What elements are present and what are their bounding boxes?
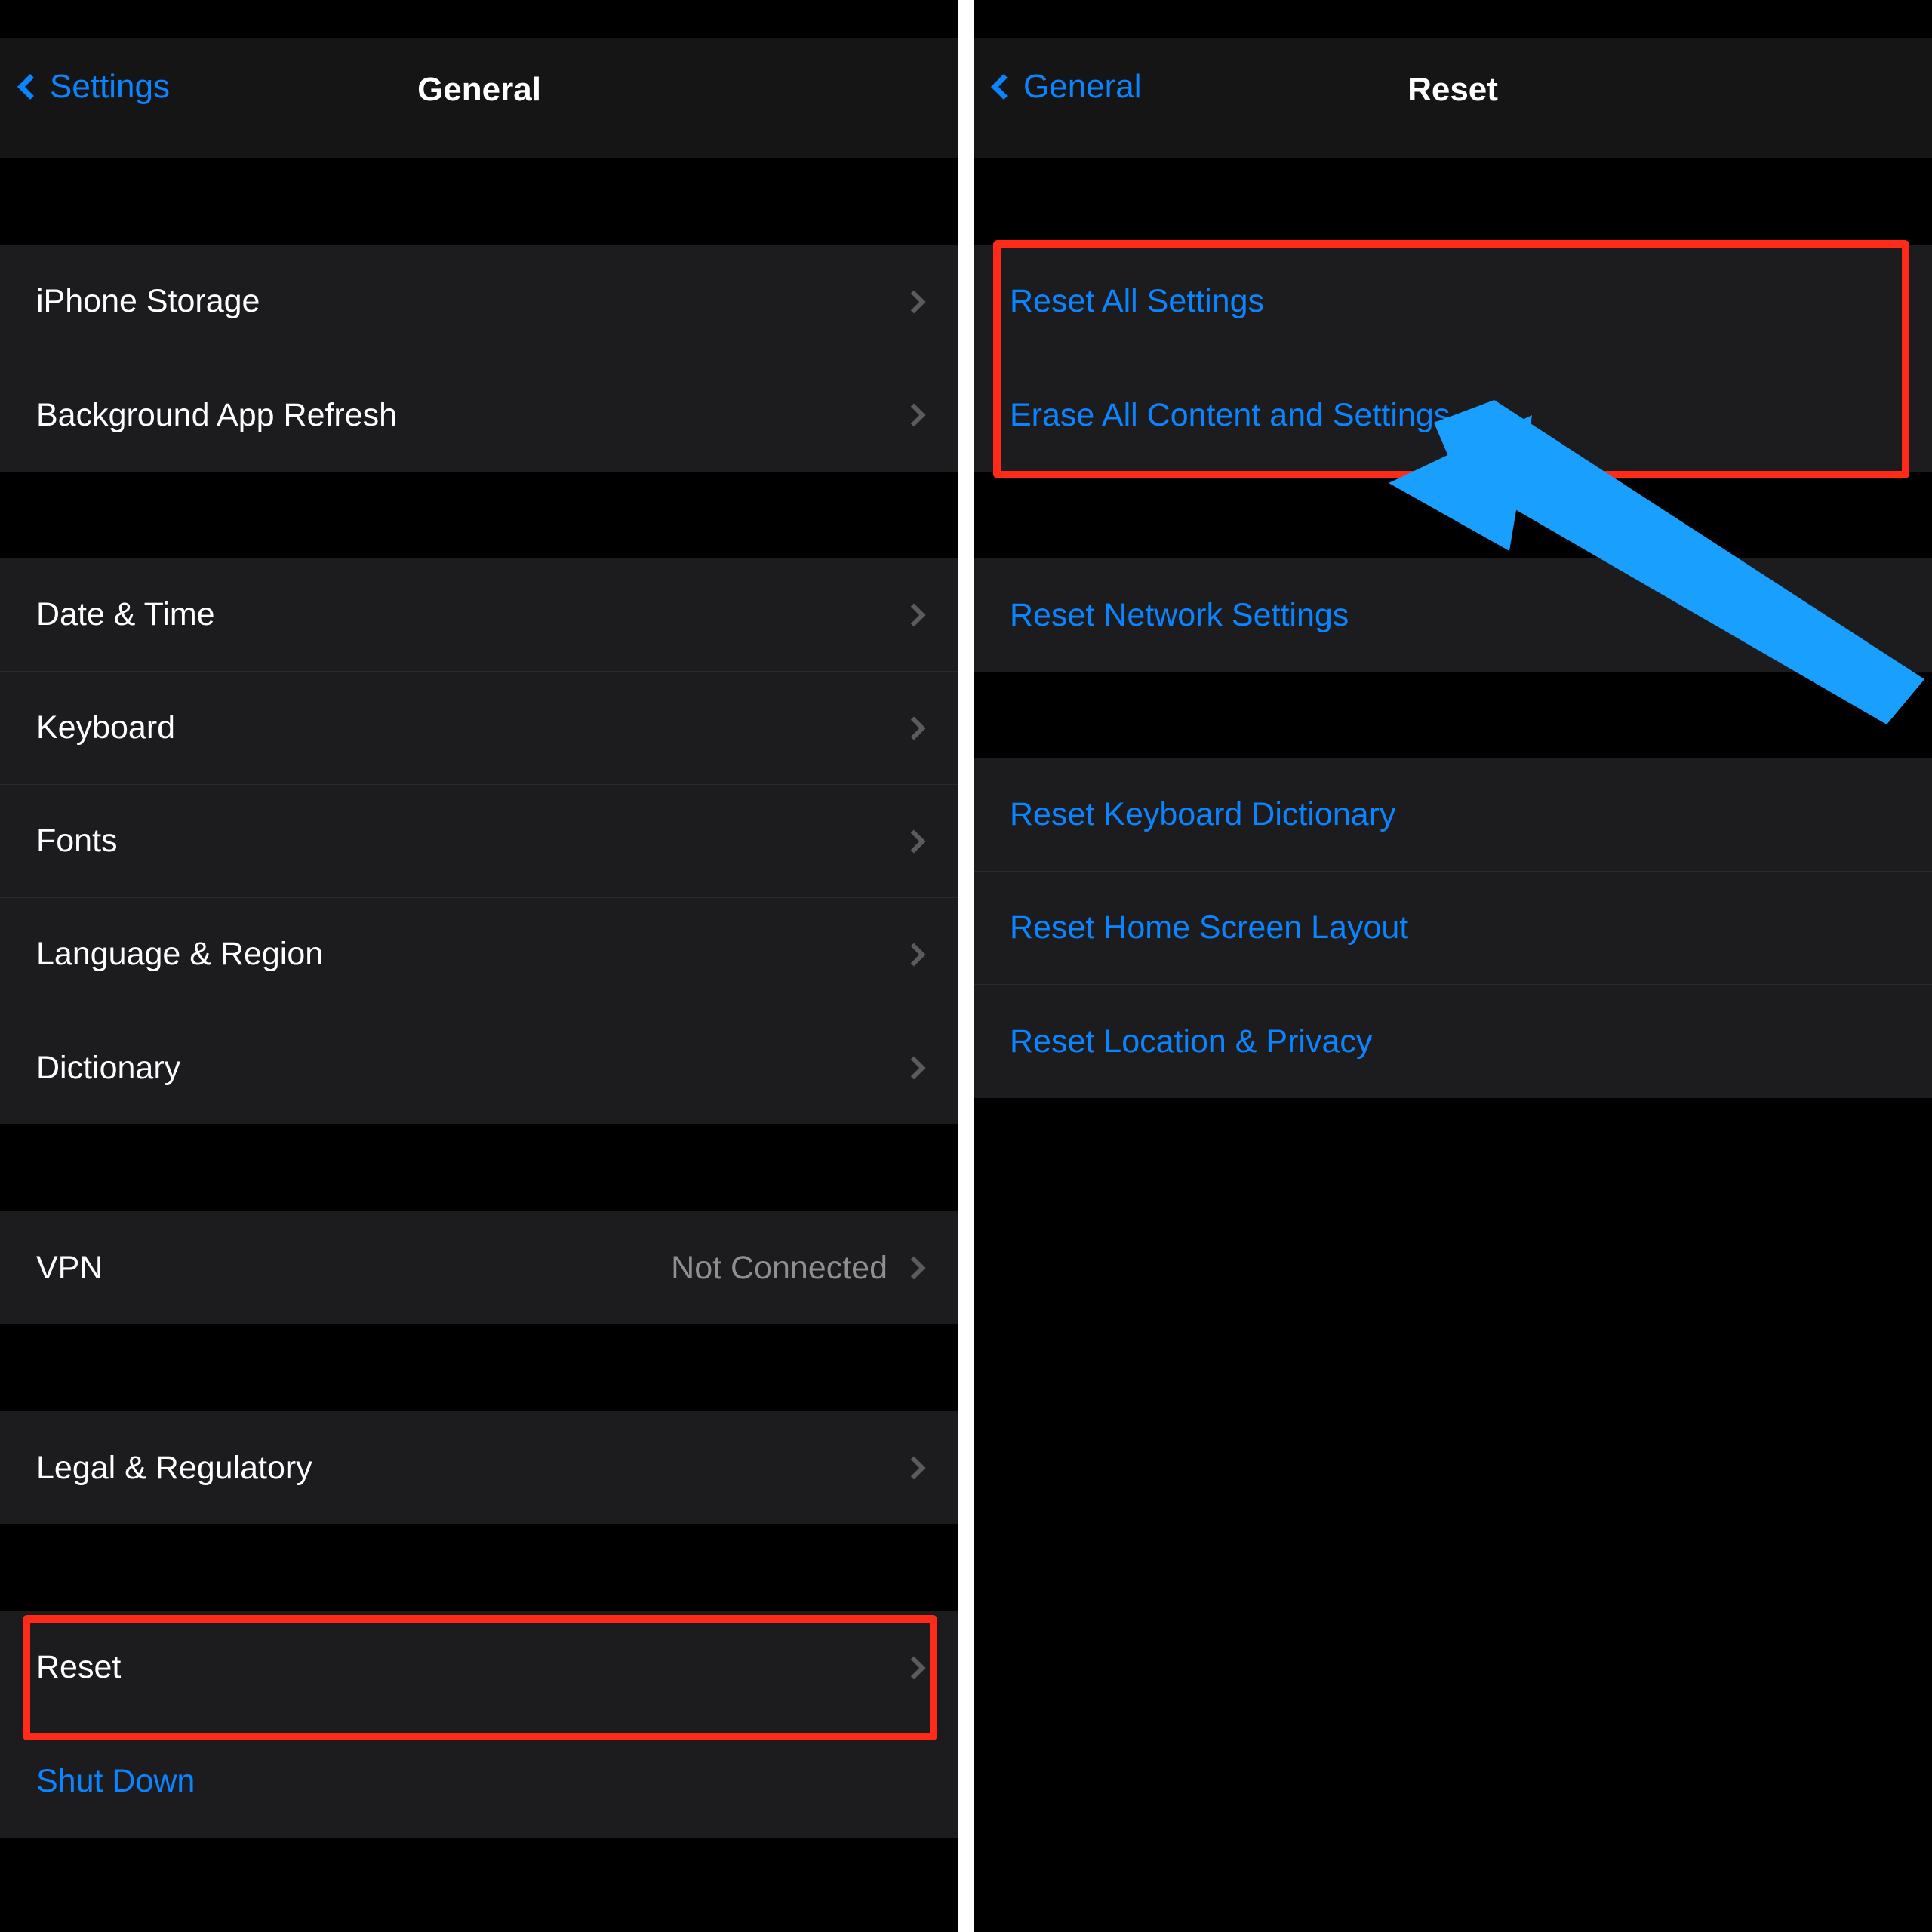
group-reset-others: Reset Keyboard Dictionary Reset Home Scr… [974,758,1932,1098]
panel-general: Settings General iPhone Storage Backgrou… [0,0,958,1932]
row-language-region[interactable]: Language & Region [0,898,958,1011]
chevron-right-icon [902,829,925,853]
row-label: Date & Time [36,596,906,633]
nav-title-general: General [0,71,958,109]
group-reset-erase: Reset All Settings Erase All Content and… [974,245,1932,472]
chevron-right-icon [902,603,925,626]
nav-bar-reset: General Reset [974,38,1932,158]
row-label: Background App Refresh [36,397,906,434]
row-label: Reset Keyboard Dictionary [1010,796,1896,833]
row-label: Reset Network Settings [1010,597,1896,634]
group-reset: Reset Shut Down [0,1611,958,1838]
group-legal: Legal & Regulatory [0,1411,958,1524]
group-storage: iPhone Storage Background App Refresh [0,245,958,472]
chevron-right-icon [902,716,925,740]
row-reset-location-privacy[interactable]: Reset Location & Privacy [974,985,1932,1098]
row-background-app-refresh[interactable]: Background App Refresh [0,358,958,472]
row-label: Legal & Regulatory [36,1450,906,1487]
row-dictionary[interactable]: Dictionary [0,1011,958,1124]
row-label: Reset [36,1649,906,1686]
status-bar [0,0,958,38]
row-fonts[interactable]: Fonts [0,785,958,898]
section-gap [0,1524,958,1611]
row-label: iPhone Storage [36,283,906,320]
row-label: VPN [36,1250,671,1287]
section-gap [0,1324,958,1411]
group-reset-network: Reset Network Settings [974,558,1932,672]
panel-reset: General Reset Reset All Settings Erase A… [974,0,1932,1932]
row-label: Reset All Settings [1010,283,1896,320]
section-gap [974,472,1932,558]
chevron-right-icon [902,1656,925,1679]
row-reset-home-screen-layout[interactable]: Reset Home Screen Layout [974,872,1932,985]
chevron-right-icon [902,290,925,313]
row-reset-keyboard-dictionary[interactable]: Reset Keyboard Dictionary [974,758,1932,872]
row-reset[interactable]: Reset [0,1611,958,1724]
section-gap [0,1124,958,1211]
group-date-keyboard: Date & Time Keyboard Fonts Language & Re… [0,558,958,1124]
row-label: Keyboard [36,709,906,746]
row-date-time[interactable]: Date & Time [0,558,958,672]
row-label: Reset Home Screen Layout [1010,909,1896,946]
section-gap [0,472,958,558]
row-label: Reset Location & Privacy [1010,1023,1896,1060]
chevron-right-icon [902,1056,925,1079]
section-gap [0,158,958,245]
row-iphone-storage[interactable]: iPhone Storage [0,245,958,358]
row-label: Dictionary [36,1050,906,1087]
row-vpn[interactable]: VPN Not Connected [0,1211,958,1324]
chevron-right-icon [902,1456,925,1479]
row-legal-regulatory[interactable]: Legal & Regulatory [0,1411,958,1524]
section-gap [974,158,1932,245]
row-label: Erase All Content and Settings [1010,397,1896,434]
status-bar [974,0,1932,38]
row-label: Shut Down [36,1763,922,1800]
row-reset-all-settings[interactable]: Reset All Settings [974,245,1932,358]
row-keyboard[interactable]: Keyboard [0,672,958,785]
row-label: Fonts [36,823,906,860]
group-vpn: VPN Not Connected [0,1211,958,1324]
row-value: Not Connected [671,1250,888,1287]
stage: Settings General iPhone Storage Backgrou… [0,0,1932,1932]
row-shut-down[interactable]: Shut Down [0,1724,958,1838]
nav-bar-general: Settings General [0,38,958,158]
nav-title-reset: Reset [974,71,1932,109]
chevron-right-icon [902,943,925,966]
chevron-right-icon [902,403,925,426]
row-reset-network-settings[interactable]: Reset Network Settings [974,558,1932,672]
row-label: Language & Region [36,936,906,973]
chevron-right-icon [902,1256,925,1279]
section-gap [974,672,1932,758]
row-erase-all-content[interactable]: Erase All Content and Settings [974,358,1932,472]
